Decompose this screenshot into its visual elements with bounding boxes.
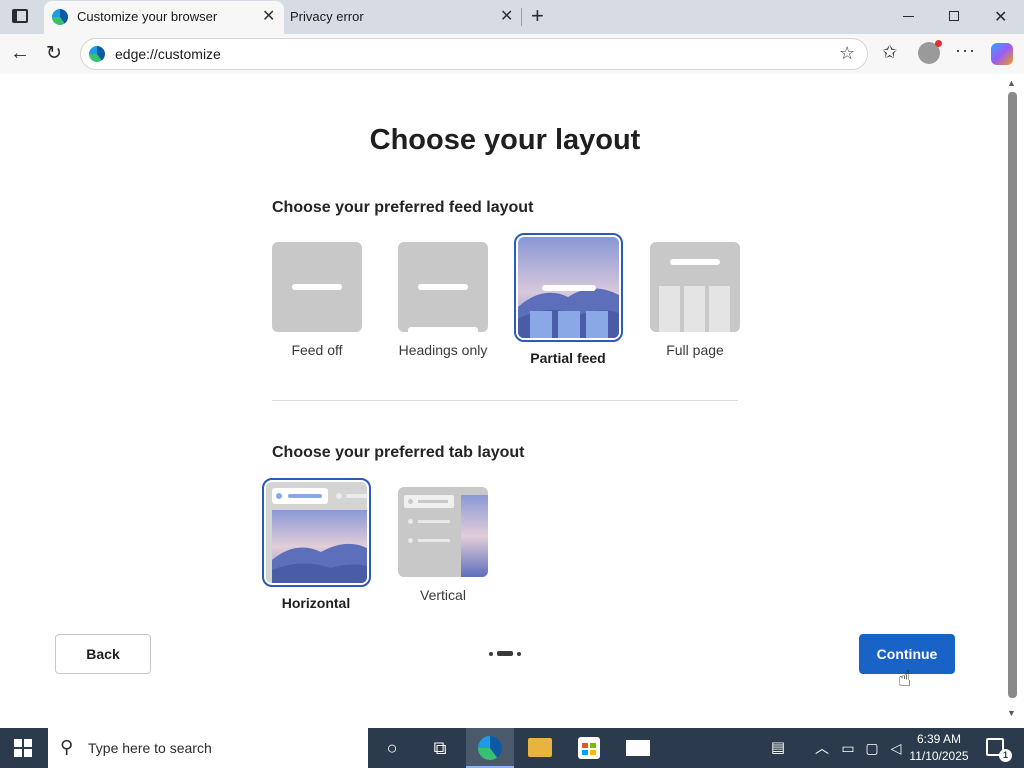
back-arrow-icon[interactable]: ← [10,42,30,65]
full-page-option[interactable] [650,242,740,332]
feed-layout-heading: Choose your preferred feed layout [272,199,534,216]
address-bar[interactable]: edge://customize ☆ [80,38,868,70]
full-page-label: Full page [666,342,724,358]
file-explorer-icon[interactable] [528,738,552,757]
horizontal-tabs-option[interactable] [262,478,371,587]
tab-layout-heading: Choose your preferred tab layout [272,444,525,461]
cortana-icon[interactable]: ○ [378,734,406,762]
favorites-icon[interactable]: ✩ [882,42,897,63]
notifications-icon[interactable]: 1 [986,738,1012,762]
step-dot-active [497,651,513,656]
task-view-icon[interactable]: ⧉ [426,734,454,762]
copilot-icon[interactable] [991,43,1013,65]
title-bar: Customize your browser ✕ Privacy error ✕… [0,0,1024,34]
headings-only-option[interactable] [398,242,488,332]
tab-privacy-error[interactable]: Privacy error ✕ [284,1,522,34]
scrollbar-thumb[interactable] [1008,92,1017,698]
partial-feed-option[interactable] [514,233,623,342]
tab-title: Privacy error [290,9,364,24]
feed-off-option[interactable] [272,242,362,332]
edge-icon [89,46,105,62]
show-hidden-icons-icon[interactable]: ︿ [808,734,836,762]
vertical-label: Vertical [420,587,466,603]
vertical-tabs-option[interactable] [398,487,488,577]
mail-icon[interactable] [626,740,650,756]
tab-customize-browser[interactable]: Customize your browser ✕ [44,1,284,34]
mountain-landscape [272,543,367,583]
address-text[interactable]: edge://customize [115,46,221,62]
news-widget-icon[interactable]: ▤ [764,734,792,762]
profile-avatar-icon[interactable] [918,40,942,64]
section-divider [272,400,738,401]
favorite-star-icon[interactable]: ☆ [839,43,855,64]
edge-taskbar-icon[interactable] [466,728,514,768]
clock-time: 6:39 AM [916,732,962,746]
scroll-up-icon[interactable]: ▲ [1007,78,1016,88]
search-icon: ⚲ [60,737,74,757]
step-dot [517,652,521,656]
scroll-down-icon[interactable]: ▼ [1007,708,1016,718]
taskbar-clock[interactable]: 6:39 AM 11/10/2025 [904,731,974,765]
new-tab-icon[interactable]: + [531,5,544,27]
minimize-icon[interactable] [903,16,914,17]
toolbar: ← ↻ edge://customize ☆ ✩ ··· [0,34,1024,74]
clock-date: 11/10/2025 [909,749,969,763]
horizontal-label: Horizontal [281,595,351,611]
store-icon[interactable] [578,737,600,759]
search-placeholder: Type here to search [88,740,212,756]
page-content [4,74,1004,722]
close-tab-icon[interactable]: ✕ [500,9,513,25]
taskbar-search-box[interactable]: ⚲ Type here to search [48,728,368,768]
restore-icon[interactable] [949,11,959,21]
back-button[interactable]: Back [55,634,151,674]
mouse-cursor-icon: ☝ [898,666,912,691]
close-tab-icon[interactable]: ✕ [262,9,275,25]
refresh-icon[interactable]: ↻ [46,42,62,65]
taskbar: ⚲ Type here to search ○ ⧉ ▤ ︿ ▭ ▢ ◁ 6:39… [0,728,1024,768]
headings-only-label: Headings only [398,342,488,358]
tab-actions-icon[interactable] [12,9,28,23]
tab-separator [521,8,522,26]
close-window-icon[interactable]: ✕ [994,7,1007,27]
more-options-icon[interactable]: ··· [955,40,976,61]
windows-start-icon[interactable] [14,739,32,757]
edge-icon [52,9,68,25]
tab-title: Customize your browser [77,9,218,24]
feed-off-label: Feed off [291,342,343,358]
step-dot [489,652,493,656]
partial-feed-label: Partial feed [530,350,606,366]
page-title: Choose your layout [369,124,641,156]
